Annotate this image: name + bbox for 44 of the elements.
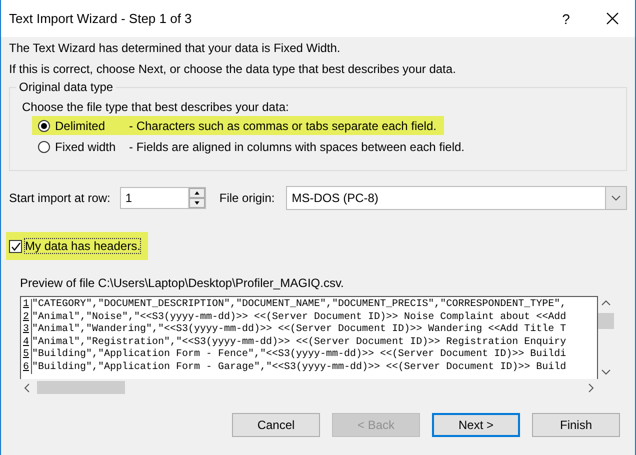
checkbox-label[interactable]: My data has headers. [25,239,140,253]
file-origin-label: File origin: [219,191,275,205]
headers-checkbox[interactable] [9,240,22,252]
line-number: 5 [21,349,32,362]
group-prompt: Choose the file type that best describes your data: [22,100,290,114]
option-description: - Fields are aligned in columns with spaces between each field. [129,140,465,154]
scroll-up-icon[interactable] [601,300,611,306]
line-number: 3 [21,324,32,336]
scroll-left-icon[interactable] [24,382,30,392]
preview-line: "CATEGORY","DOCUMENT_DESCRIPTION","DOCUMENT_NAME","DOCUMENT_PRECIS","CORRESPONDENT_TYPE", [32,299,566,312]
scrollbar-thumb[interactable] [37,381,125,394]
line-number: 6 [21,362,32,374]
wizard-button[interactable]: Finish [532,413,620,437]
preview-line: "Animal","Noise","<<S3(yyyy-mm-dd)>> <<(Server Document ID)>> Noise Complaint about <<Add [32,312,566,324]
preview-line: "Animal","Registration","<<S3(yyyy-mm-dd)>> <<(Server Document ID)>> Registration Enquiry [32,336,566,348]
scroll-down-icon[interactable] [601,369,611,375]
preview-line: "Building","Application Form - Fence","<<S3(yyyy-mm-dd)>> <<(Server Document ID)>> Buildi [32,349,566,362]
wizard-button[interactable]: Next > [432,413,520,437]
close-icon[interactable] [606,12,618,25]
file-origin-dropdown[interactable]: MS-DOS (PC-8) [286,186,627,210]
radio-label[interactable]: Fixed width [55,140,129,154]
group-title: Original data type [16,80,116,94]
line-number: 4 [21,336,32,349]
radio-button[interactable] [38,140,50,152]
start-row-label: Start import at row: [9,191,110,205]
start-row-spinner[interactable]: 1 [120,187,206,209]
window-title: Text Import Wizard - Step 1 of 3 [9,11,193,26]
preview-line: "Animal","Wandering","<<S3(yyyy-mm-dd)>> <<(Server Document ID)>> Wandering <<Add Title T [32,324,566,336]
line-number: 2 [21,312,32,324]
wizard-button[interactable]: Cancel [232,413,320,437]
radio-button[interactable] [38,120,50,132]
line-number: 1 [21,299,32,312]
info-text: The Text Wizard has determined that your data is Fixed Width. [9,41,342,55]
help-button[interactable]: ? [543,10,589,26]
radio-label[interactable]: Delimited [55,118,129,132]
chevron-down-icon[interactable] [611,195,621,201]
spin-up-icon[interactable] [189,188,206,198]
spin-down-icon[interactable] [189,198,206,208]
scroll-right-icon[interactable] [588,382,594,392]
scrollbar-thumb[interactable] [598,313,614,329]
preview-line: "Building","Application Form - Garage","<<S3(yyyy-mm-dd)>> <<(Server Document ID)>> Build [32,362,566,374]
option-description: - Characters such as commas or tabs separate each field. [129,118,436,132]
info-text: If this is correct, choose Next, or choose the data type that best describes your data. [9,62,457,76]
preview-label: Preview of file C:\Users\Laptop\Desktop\Profiler_MAGIQ.csv. [20,276,345,290]
